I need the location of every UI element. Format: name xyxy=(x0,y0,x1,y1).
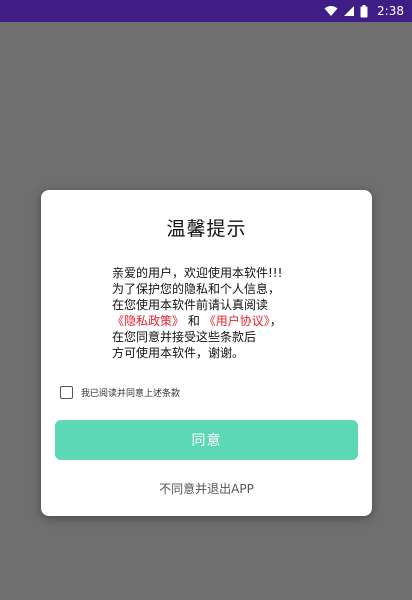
wifi-icon xyxy=(324,5,338,17)
agree-checkbox-row[interactable]: 我已阅读并同意上述条款 xyxy=(60,386,180,399)
privacy-policy-link[interactable]: 《隐私政策》 xyxy=(112,314,184,328)
link-suffix: ， xyxy=(269,314,282,328)
body-line: 在您同意并接受这些条款后 xyxy=(112,330,257,344)
user-agreement-link[interactable]: 《用户协议》 xyxy=(204,314,270,328)
conjunction-text: 和 xyxy=(187,314,200,328)
status-bar: 2:38 xyxy=(0,0,412,22)
disagree-exit-link[interactable]: 不同意并退出APP xyxy=(41,480,372,497)
body-line: 为了保护您的隐私和个人信息， xyxy=(112,282,281,296)
links-line: 《隐私政策》 和 《用户协议》， xyxy=(112,313,342,329)
battery-icon xyxy=(360,4,368,18)
body-line: 在您使用本软件前请认真阅读 xyxy=(112,298,269,312)
agree-button[interactable]: 同意 xyxy=(55,420,358,460)
body-line: 方可使用本软件，谢谢。 xyxy=(112,346,245,360)
dialog-title: 温馨提示 xyxy=(166,218,247,240)
dialog-body: 亲爱的用户，欢迎使用本软件!!! 为了保护您的隐私和个人信息， 在您使用本软件前… xyxy=(112,265,342,361)
agree-checkbox-label[interactable]: 我已阅读并同意上述条款 xyxy=(81,386,180,399)
agree-checkbox[interactable] xyxy=(60,386,73,399)
privacy-dialog: 温馨提示 亲爱的用户，欢迎使用本软件!!! 为了保护您的隐私和个人信息， 在您使… xyxy=(41,190,372,516)
status-icons: 2:38 xyxy=(324,4,404,18)
signal-icon xyxy=(343,5,355,17)
status-time: 2:38 xyxy=(377,4,404,18)
body-line: 亲爱的用户，欢迎使用本软件!!! xyxy=(112,266,283,280)
